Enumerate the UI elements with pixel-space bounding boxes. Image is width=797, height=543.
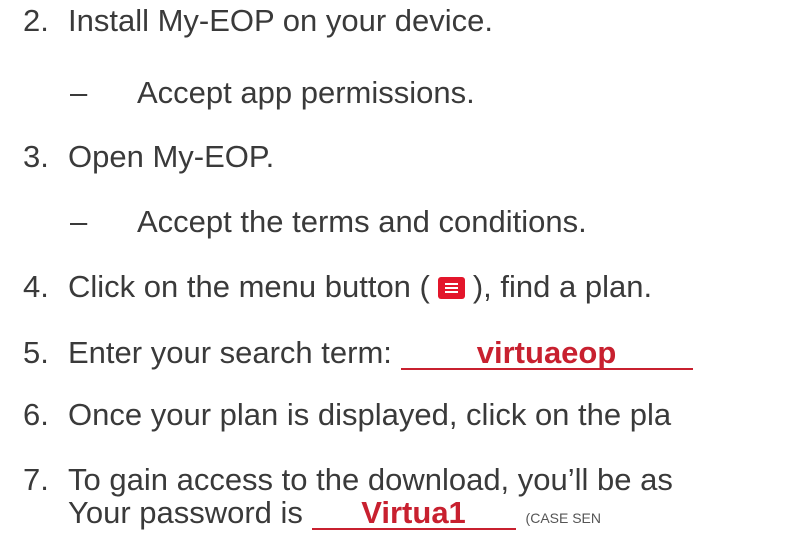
step-number: 5. — [23, 335, 49, 370]
step-text-after: ), find a plan. — [472, 269, 653, 304]
step-number: 6. — [23, 397, 49, 432]
step-number: 3. — [23, 139, 49, 174]
step-text: Enter your search term: virtuaeop — [68, 335, 693, 371]
step-text: To gain access to the download, you’ll b… — [68, 462, 673, 497]
step-text: Once your plan is displayed, click on th… — [68, 397, 672, 432]
step-text: Open My-EOP. — [68, 139, 275, 174]
password-value: Virtua1 — [311, 497, 516, 530]
sub-step-text: Accept app permissions. — [137, 75, 475, 110]
step-text: Click on the menu button ( ), find a plan… — [68, 269, 652, 305]
step-number: 2. — [23, 3, 49, 38]
dash-bullet: – — [70, 75, 88, 110]
dash-bullet: – — [70, 204, 88, 239]
sub-step-text: Accept the terms and conditions. — [137, 204, 587, 239]
hamburger-menu-icon — [437, 277, 465, 299]
step-text-before: Click on the menu button ( — [68, 269, 430, 304]
step-number: 7. — [23, 462, 49, 497]
search-term-value: virtuaeop — [400, 337, 693, 370]
password-label: Your password is — [68, 495, 303, 530]
step-number: 4. — [23, 269, 49, 304]
search-term-label: Enter your search term: — [68, 335, 392, 370]
case-sensitive-note: (CASE SEN — [525, 510, 602, 526]
step-text: Install My-EOP on your device. — [68, 3, 493, 38]
step-text: Your password is Virtua1 (CASE SEN — [68, 495, 601, 536]
